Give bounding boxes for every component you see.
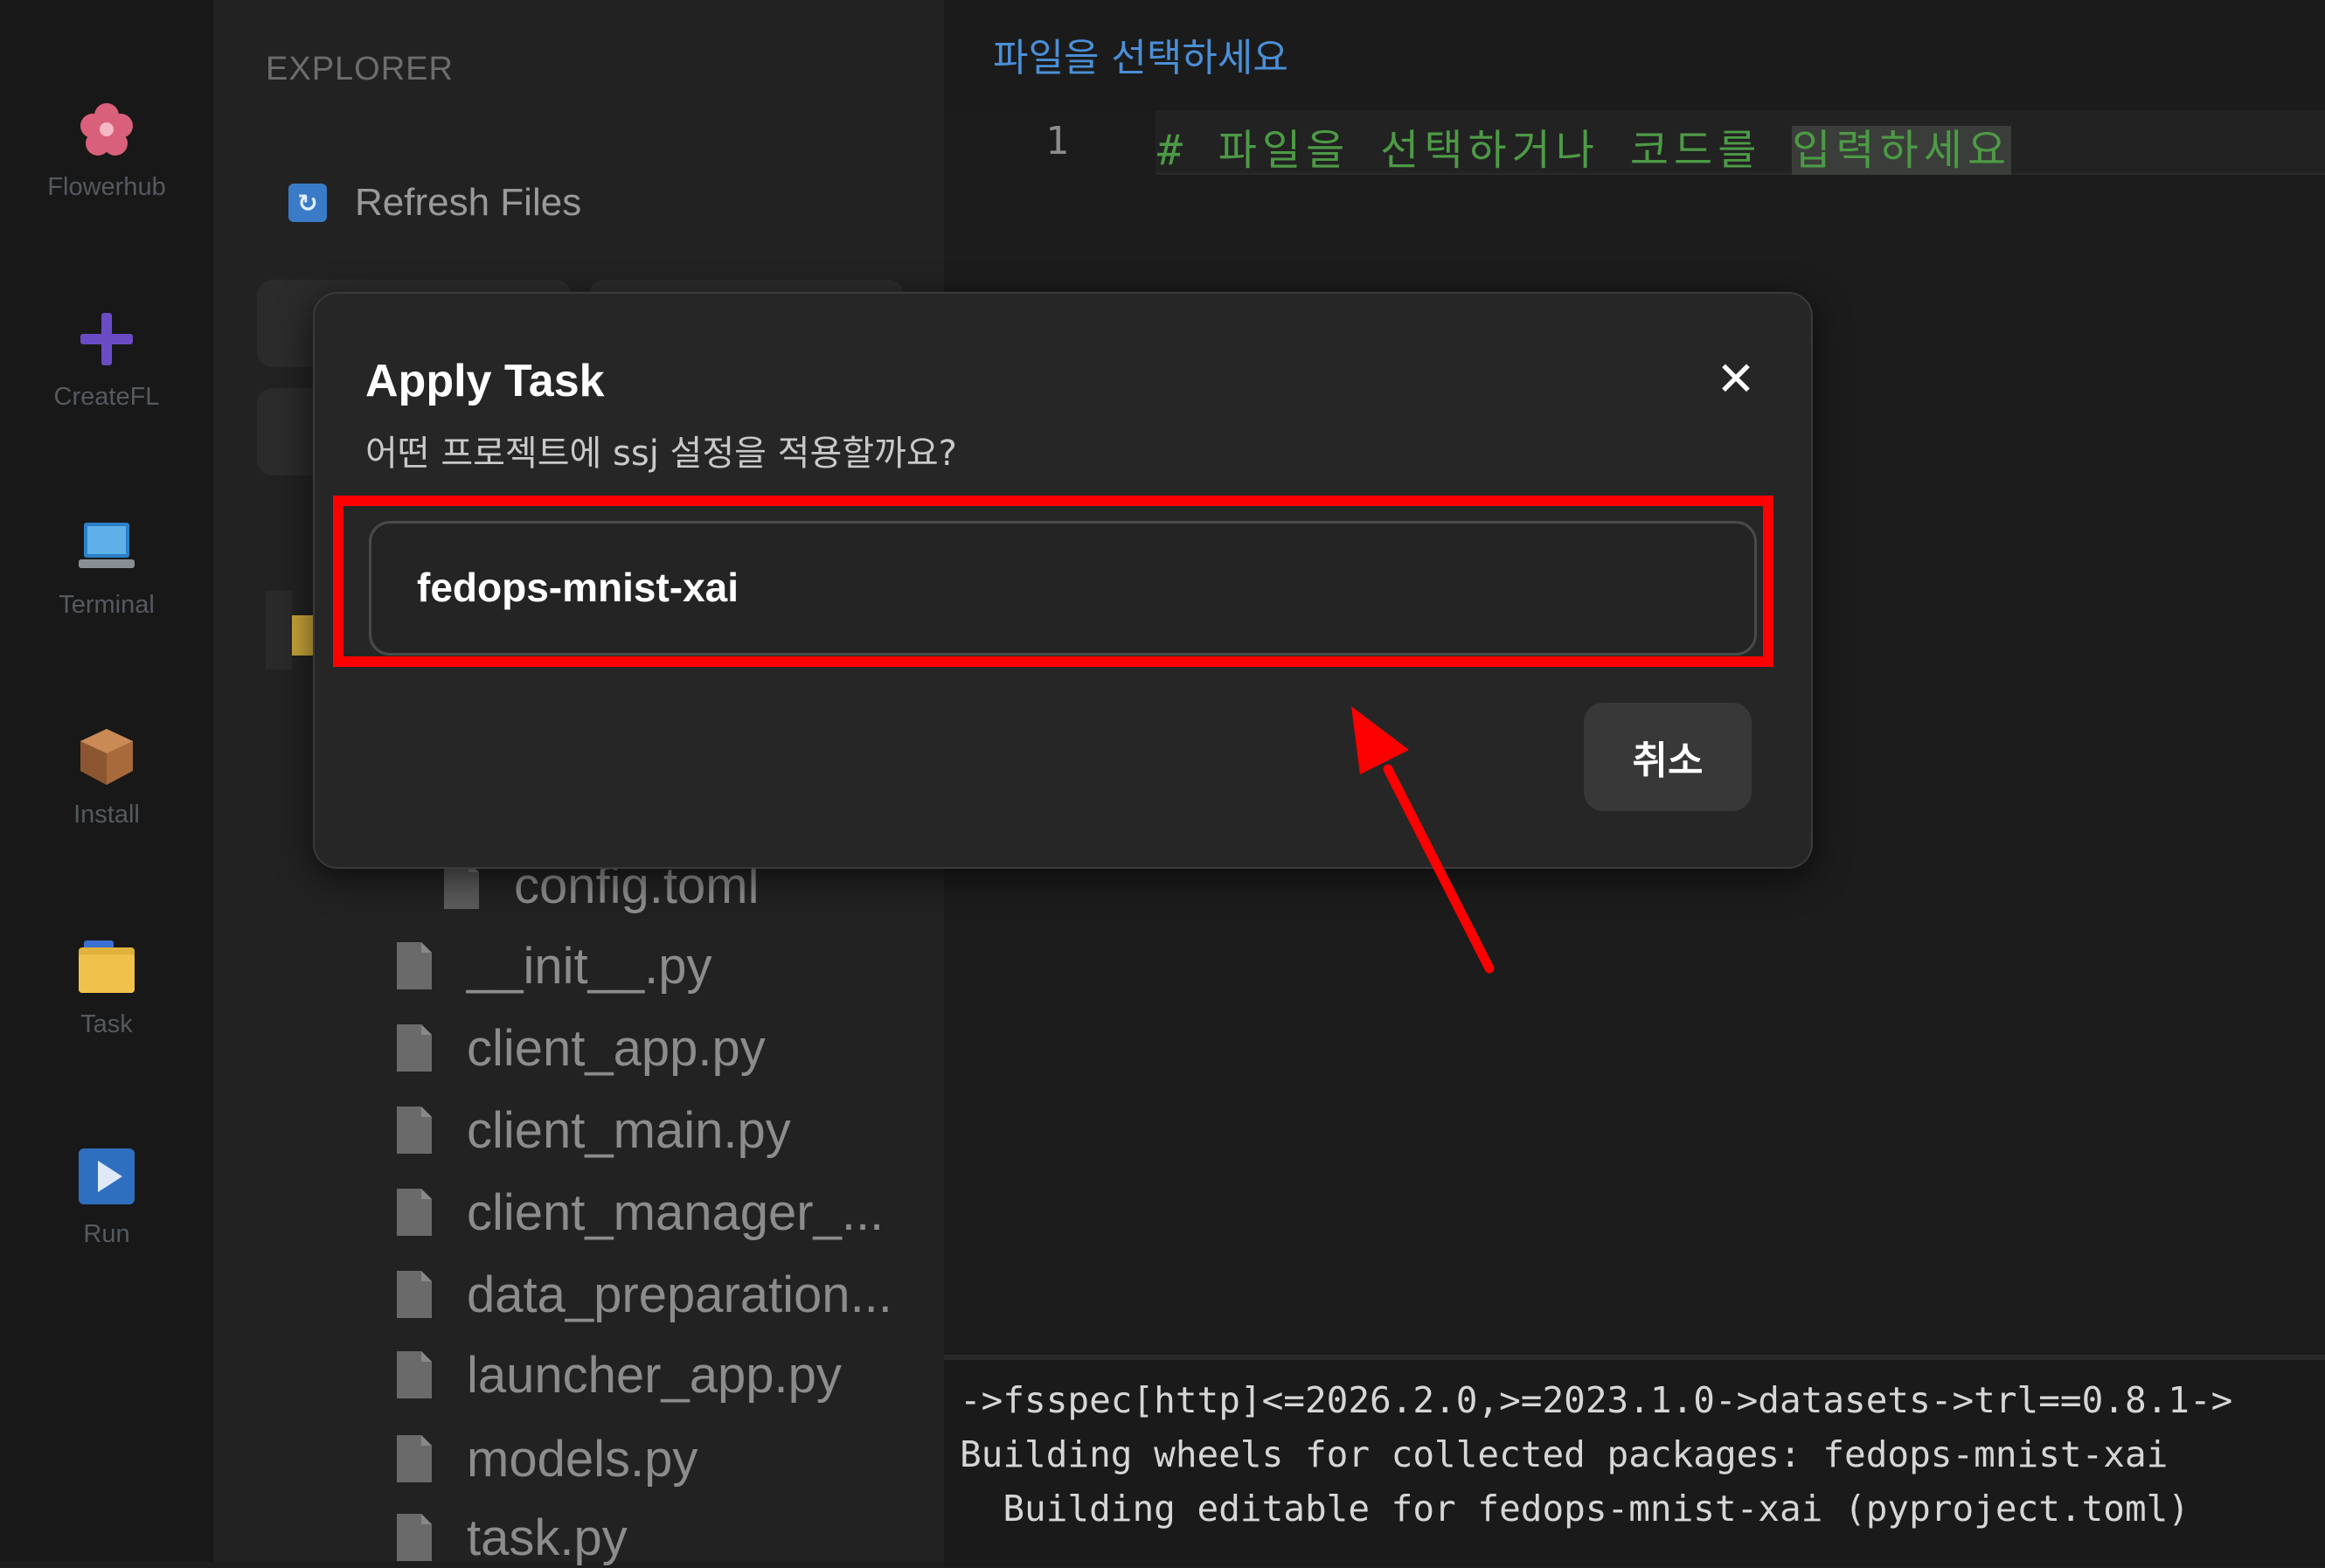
package-icon <box>80 729 133 785</box>
activity-label: Run <box>83 1220 130 1248</box>
file-name: task.py <box>467 1509 628 1566</box>
terminal-line: Building wheels for collected packages: … <box>960 1433 2169 1475</box>
editor-tab-title[interactable]: 파일을 선택하세요 <box>993 26 1288 82</box>
file-item[interactable]: data_preparation... <box>395 1264 892 1325</box>
terminal-line: Building editable for fedops-mnist-xai (… <box>960 1488 2190 1530</box>
flower-icon <box>80 103 133 156</box>
activity-item-task[interactable]: Task <box>0 935 213 1039</box>
file-icon <box>397 942 432 989</box>
activity-label: Flowerhub <box>47 173 166 201</box>
file-icon <box>397 1514 432 1561</box>
explorer-title: EXPLORER <box>266 51 454 87</box>
activity-label: Task <box>80 1010 133 1038</box>
activity-item-run[interactable]: Run <box>0 1145 213 1249</box>
file-name: __init__.py <box>467 937 712 995</box>
line-number: 1 <box>1045 119 1069 163</box>
file-name: models.py <box>467 1430 698 1488</box>
file-name: data_preparation... <box>467 1266 892 1323</box>
apply-task-dialog: Apply Task ✕ 어떤 프로젝트에 ssj 설정을 적용할까요? fed… <box>313 292 1813 869</box>
file-icon <box>397 1107 432 1154</box>
file-name: client_manager_... <box>467 1183 885 1241</box>
file-name: launcher_app.py <box>467 1346 842 1404</box>
file-icon <box>397 1351 432 1398</box>
activity-item-terminal[interactable]: Terminal <box>0 516 213 620</box>
file-name: client_main.py <box>467 1101 791 1159</box>
file-item[interactable]: models.py <box>395 1428 698 1489</box>
editor-tab-bar: 파일을 선택하세요 <box>944 0 2325 110</box>
project-option-label: fedops-mnist-xai <box>417 565 739 610</box>
refresh-files-button[interactable]: ↻ Refresh Files <box>288 178 581 227</box>
activity-item-install[interactable]: Install <box>0 725 213 829</box>
activity-bar: Flowerhub CreateFL Terminal Install Task <box>0 0 213 1562</box>
play-icon <box>79 1148 135 1204</box>
code-comment: # 파일을 선택하거나 코드를 <box>1157 126 1793 175</box>
file-item[interactable]: client_main.py <box>395 1100 791 1161</box>
activity-item-createfl[interactable]: CreateFL <box>0 308 213 412</box>
terminal-panel[interactable]: ->fsspec[http]<=2026.2.0,>=2023.1.0->dat… <box>944 1355 2325 1567</box>
file-icon <box>397 1189 432 1236</box>
cancel-button[interactable]: 취소 <box>1584 703 1752 811</box>
activity-label: CreateFL <box>53 383 160 411</box>
file-item[interactable]: task.py <box>395 1507 628 1568</box>
dialog-subtitle: 어떤 프로젝트에 ssj 설정을 적용할까요? <box>365 434 957 474</box>
dialog-title: Apply Task <box>365 356 605 406</box>
project-option-button[interactable]: fedops-mnist-xai <box>369 521 1757 656</box>
file-item[interactable]: __init__.py <box>395 935 712 996</box>
file-item[interactable]: launcher_app.py <box>395 1344 842 1405</box>
file-item[interactable]: client_manager_... <box>395 1182 884 1243</box>
folder-item[interactable] <box>266 591 315 670</box>
folder-icon <box>79 940 135 993</box>
activity-label: Install <box>73 801 140 829</box>
activity-item-flowerhub[interactable]: Flowerhub <box>0 98 213 202</box>
file-name: client_app.py <box>467 1019 766 1077</box>
refresh-files-label: Refresh Files <box>355 181 582 224</box>
code-selection: 입력하세요 <box>1792 126 2012 175</box>
terminal-line: ->fsspec[http]<=2026.2.0,>=2023.1.0->dat… <box>960 1379 2233 1421</box>
file-icon <box>397 1435 432 1482</box>
activity-label: Terminal <box>59 591 155 619</box>
file-icon <box>397 1024 432 1072</box>
laptop-icon <box>79 523 135 568</box>
refresh-icon: ↻ <box>288 184 327 222</box>
file-item[interactable]: client_app.py <box>395 1017 766 1079</box>
file-icon <box>397 1271 432 1318</box>
close-icon[interactable]: ✕ <box>1710 353 1762 406</box>
code-line[interactable]: # 파일을 선택하거나 코드를 입력하세요 <box>1157 115 2012 177</box>
plus-icon <box>80 313 133 365</box>
